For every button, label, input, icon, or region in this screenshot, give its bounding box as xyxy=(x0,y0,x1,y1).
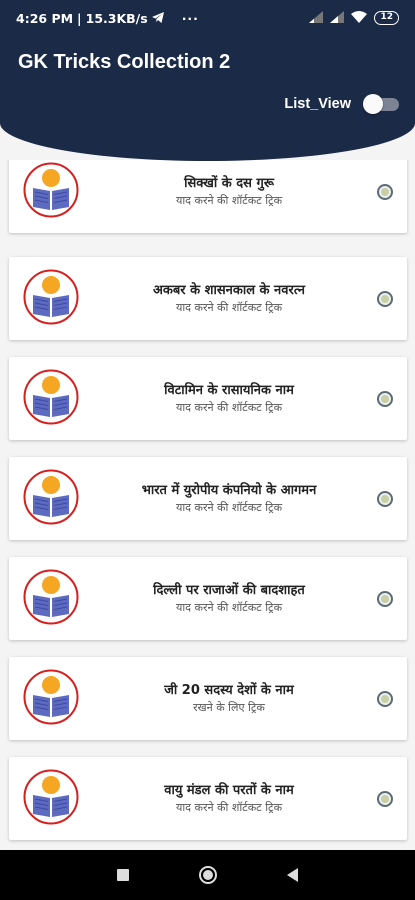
list-item-subtitle: याद करने की शॉर्टकट ट्रिक xyxy=(175,600,283,614)
reader-book-icon xyxy=(23,269,79,325)
list-item-title: सिक्खों के दस गुरू xyxy=(184,175,274,191)
list-item-text: दिल्ली पर राजाओं की बादशाहत याद करने की … xyxy=(91,557,367,640)
battery-icon: 12 xyxy=(374,11,399,25)
list-item-subtitle: याद करने की शॉर्टकट ट्रिक xyxy=(175,300,283,314)
list-item-title: जी 20 सदस्य देशों के नाम xyxy=(164,682,294,698)
list-view-toggle-row: List_View xyxy=(284,94,399,114)
list-item[interactable]: वायु मंडल की परतों के नाम याद करने की शॉ… xyxy=(9,757,407,840)
list-item[interactable]: सिक्खों के दस गुरू याद करने की शॉर्टकट ट… xyxy=(9,160,407,233)
list-item-title: वायु मंडल की परतों के नाम xyxy=(164,782,294,798)
list-item-subtitle: याद करने की शॉर्टकट ट्रिक xyxy=(175,500,283,514)
list-item-text: जी 20 सदस्य देशों के नाम रखने के लिए ट्र… xyxy=(91,657,367,740)
list-item[interactable]: दिल्ली पर राजाओं की बादशाहत याद करने की … xyxy=(9,557,407,640)
list-item-title: भारत में युरोपीय कंपनियो के आगमन xyxy=(141,482,317,498)
radio-dot-icon xyxy=(377,184,393,200)
more-dots-icon: ··· xyxy=(181,10,199,26)
status-bar: 4:26 PM | 15.3KB/s ··· 12 xyxy=(0,0,415,36)
list-item-text: विटामिन के रासायनिक नाम याद करने की शॉर्… xyxy=(91,357,367,440)
app-screen: 4:26 PM | 15.3KB/s ··· 12 GK Tricks Coll… xyxy=(0,0,415,900)
recents-square-icon[interactable] xyxy=(117,869,129,881)
reader-book-icon xyxy=(23,769,79,825)
telegram-icon xyxy=(151,11,164,26)
list-item-text: भारत में युरोपीय कंपनियो के आगमन याद करन… xyxy=(91,457,367,540)
list-item[interactable]: अकबर के शासनकाल के नवरत्न याद करने की शॉ… xyxy=(9,257,407,340)
system-nav-bar xyxy=(0,850,415,900)
reader-book-icon xyxy=(23,669,79,725)
reader-book-icon xyxy=(23,162,79,218)
list-item-subtitle: याद करने की शॉर्टकट ट्रिक xyxy=(175,400,283,414)
reader-book-icon xyxy=(23,569,79,625)
reader-book-icon xyxy=(23,369,79,425)
list-item[interactable]: भारत में युरोपीय कंपनियो के आगमन याद करन… xyxy=(9,457,407,540)
list-item-title: विटामिन के रासायनिक नाम xyxy=(164,382,294,398)
home-circle-icon[interactable] xyxy=(199,866,217,884)
tricks-list[interactable]: सिक्खों के दस गुरू याद करने की शॉर्टकट ट… xyxy=(0,160,415,850)
list-item-subtitle: याद करने की शॉर्टकट ट्रिक xyxy=(175,193,283,207)
status-separator: | xyxy=(77,10,82,26)
signal-icon xyxy=(309,10,324,26)
status-left: 4:26 PM | 15.3KB/s ··· xyxy=(16,11,199,26)
status-time: 4:26 PM xyxy=(16,10,74,26)
list-view-label: List_View xyxy=(284,96,351,112)
radio-dot-icon xyxy=(377,791,393,807)
list-item[interactable]: जी 20 सदस्य देशों के नाम रखने के लिए ट्र… xyxy=(9,657,407,740)
radio-dot-icon xyxy=(377,291,393,307)
list-item-title: अकबर के शासनकाल के नवरत्न xyxy=(152,282,306,298)
list-item-title: दिल्ली पर राजाओं की बादशाहत xyxy=(153,582,305,598)
wifi-icon xyxy=(351,10,368,26)
back-triangle-icon[interactable] xyxy=(287,868,298,882)
app-title: GK Tricks Collection 2 xyxy=(18,51,231,73)
status-right: 12 xyxy=(309,10,399,26)
radio-dot-icon xyxy=(377,491,393,507)
app-header: GK Tricks Collection 2 List_View xyxy=(0,36,415,161)
list-item-text: वायु मंडल की परतों के नाम याद करने की शॉ… xyxy=(91,757,367,840)
switch-thumb xyxy=(363,94,383,114)
status-network-speed: 15.3KB/s xyxy=(85,10,148,26)
list-item-text: सिक्खों के दस गुरू याद करने की शॉर्टकट ट… xyxy=(91,160,367,233)
list-item-subtitle: रखने के लिए ट्रिक xyxy=(193,700,265,714)
radio-dot-icon xyxy=(377,591,393,607)
reader-book-icon xyxy=(23,469,79,525)
list-item-text: अकबर के शासनकाल के नवरत्न याद करने की शॉ… xyxy=(91,257,367,340)
signal-icon xyxy=(330,10,345,26)
list-item-subtitle: याद करने की शॉर्टकट ट्रिक xyxy=(175,800,283,814)
list-view-switch[interactable] xyxy=(363,94,399,114)
radio-dot-icon xyxy=(377,691,393,707)
radio-dot-icon xyxy=(377,391,393,407)
list-item[interactable]: विटामिन के रासायनिक नाम याद करने की शॉर्… xyxy=(9,357,407,440)
